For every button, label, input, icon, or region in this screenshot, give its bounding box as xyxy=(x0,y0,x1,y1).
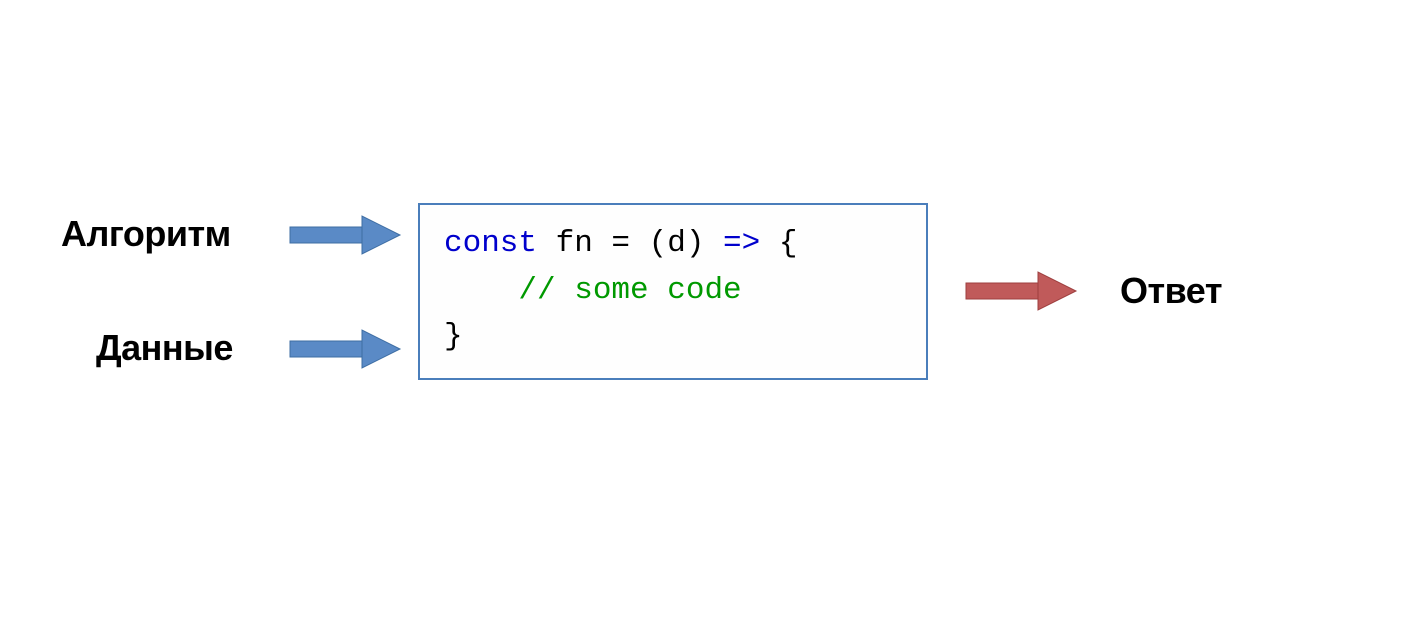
code-block: const fn = (d) => { // some code } xyxy=(418,203,928,380)
label-data: Данные xyxy=(96,327,233,369)
code-token-plain: fn = (d) xyxy=(537,226,723,261)
code-token-arrow: => xyxy=(723,226,760,261)
arrow-right-icon xyxy=(286,324,406,374)
code-token-keyword: const xyxy=(444,226,537,261)
code-token-brace: } xyxy=(444,319,463,354)
arrow-right-icon xyxy=(286,210,406,260)
label-algorithm: Алгоритм xyxy=(61,213,231,255)
code-line-2: // some code xyxy=(444,268,902,315)
code-token-comment: // some code xyxy=(518,273,741,308)
code-token-plain: { xyxy=(760,226,797,261)
code-line-3: } xyxy=(444,314,902,361)
code-indent xyxy=(444,273,518,308)
label-answer: Ответ xyxy=(1120,270,1222,312)
arrow-right-icon xyxy=(962,266,1082,316)
code-line-1: const fn = (d) => { xyxy=(444,221,902,268)
